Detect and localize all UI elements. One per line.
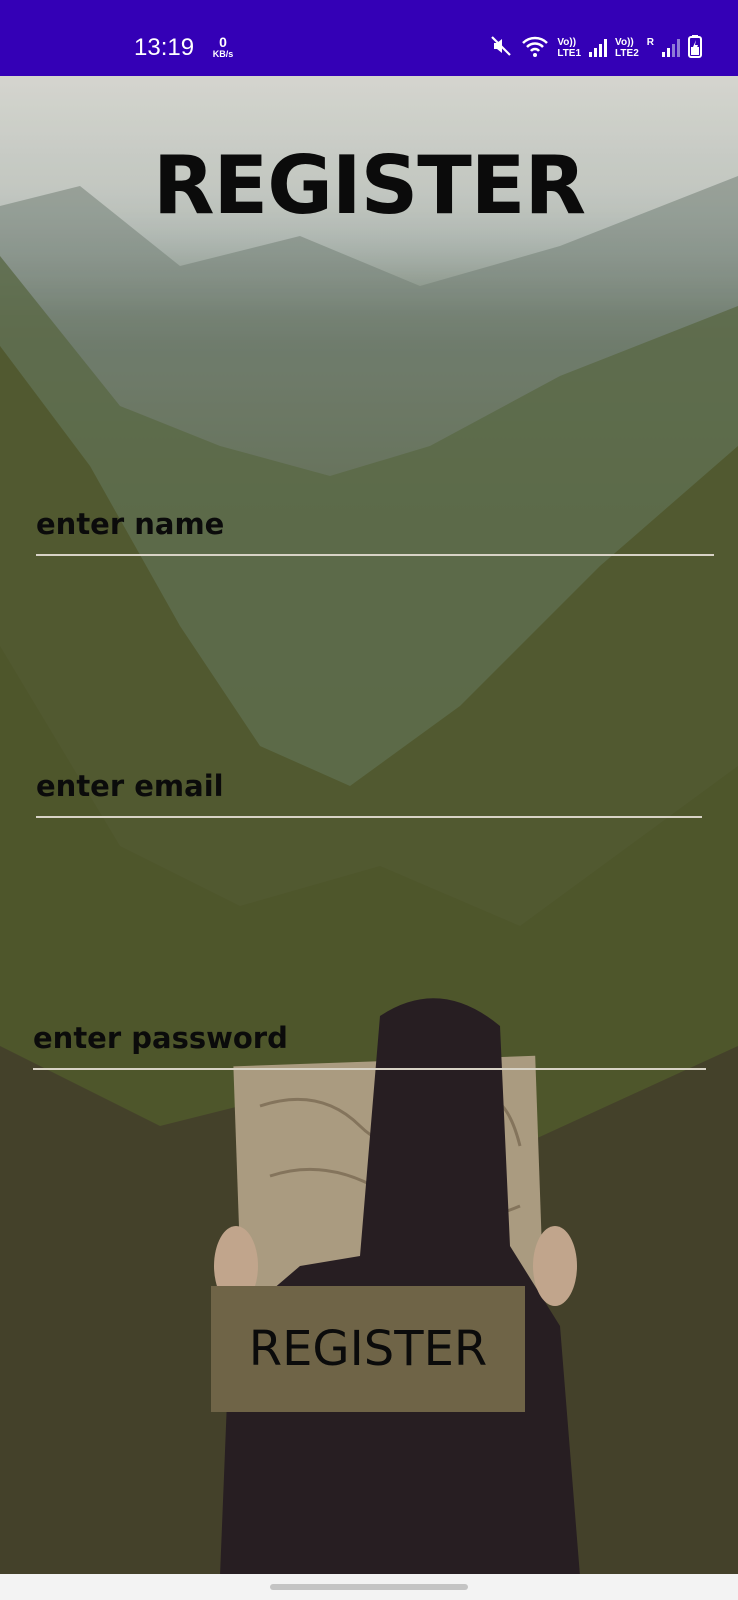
battery-charging-icon — [688, 34, 702, 62]
home-gesture-handle[interactable] — [270, 1584, 468, 1590]
password-field[interactable] — [33, 1008, 706, 1070]
status-time: 13:19 — [134, 34, 195, 61]
sim1-volte-label: Vo)) — [557, 37, 577, 48]
status-icons: Vo)) LTE1 Vo)) LTE2 R — [489, 34, 702, 62]
signal-icon — [589, 39, 608, 57]
roaming-indicator: R — [646, 36, 654, 48]
sim2-network: Vo)) LTE2 — [615, 37, 639, 59]
status-bar: 13:19 0 KB/s Vo)) LTE1 Vo)) LTE2 R — [0, 0, 738, 76]
data-rate-value: 0 — [219, 34, 227, 50]
sim1-network: Vo)) LTE1 — [557, 37, 581, 59]
data-rate-unit: KB/s — [212, 49, 234, 59]
navigation-bar — [0, 1574, 738, 1600]
password-input[interactable] — [33, 1008, 706, 1070]
name-field[interactable] — [36, 494, 714, 556]
wifi-icon — [521, 34, 549, 62]
sim2-lte-label: LTE2 — [615, 48, 639, 59]
email-field[interactable] — [36, 756, 702, 818]
email-input[interactable] — [36, 756, 702, 818]
sim2-volte-label: Vo)) — [615, 37, 634, 48]
register-button[interactable]: REGISTER — [211, 1286, 525, 1412]
sim1-lte-label: LTE1 — [557, 48, 582, 59]
signal-icon — [662, 39, 680, 57]
page-title: REGISTER — [152, 139, 586, 232]
data-rate-indicator: 0 KB/s — [208, 34, 238, 60]
mute-icon — [489, 34, 513, 62]
name-input[interactable] — [36, 494, 714, 556]
